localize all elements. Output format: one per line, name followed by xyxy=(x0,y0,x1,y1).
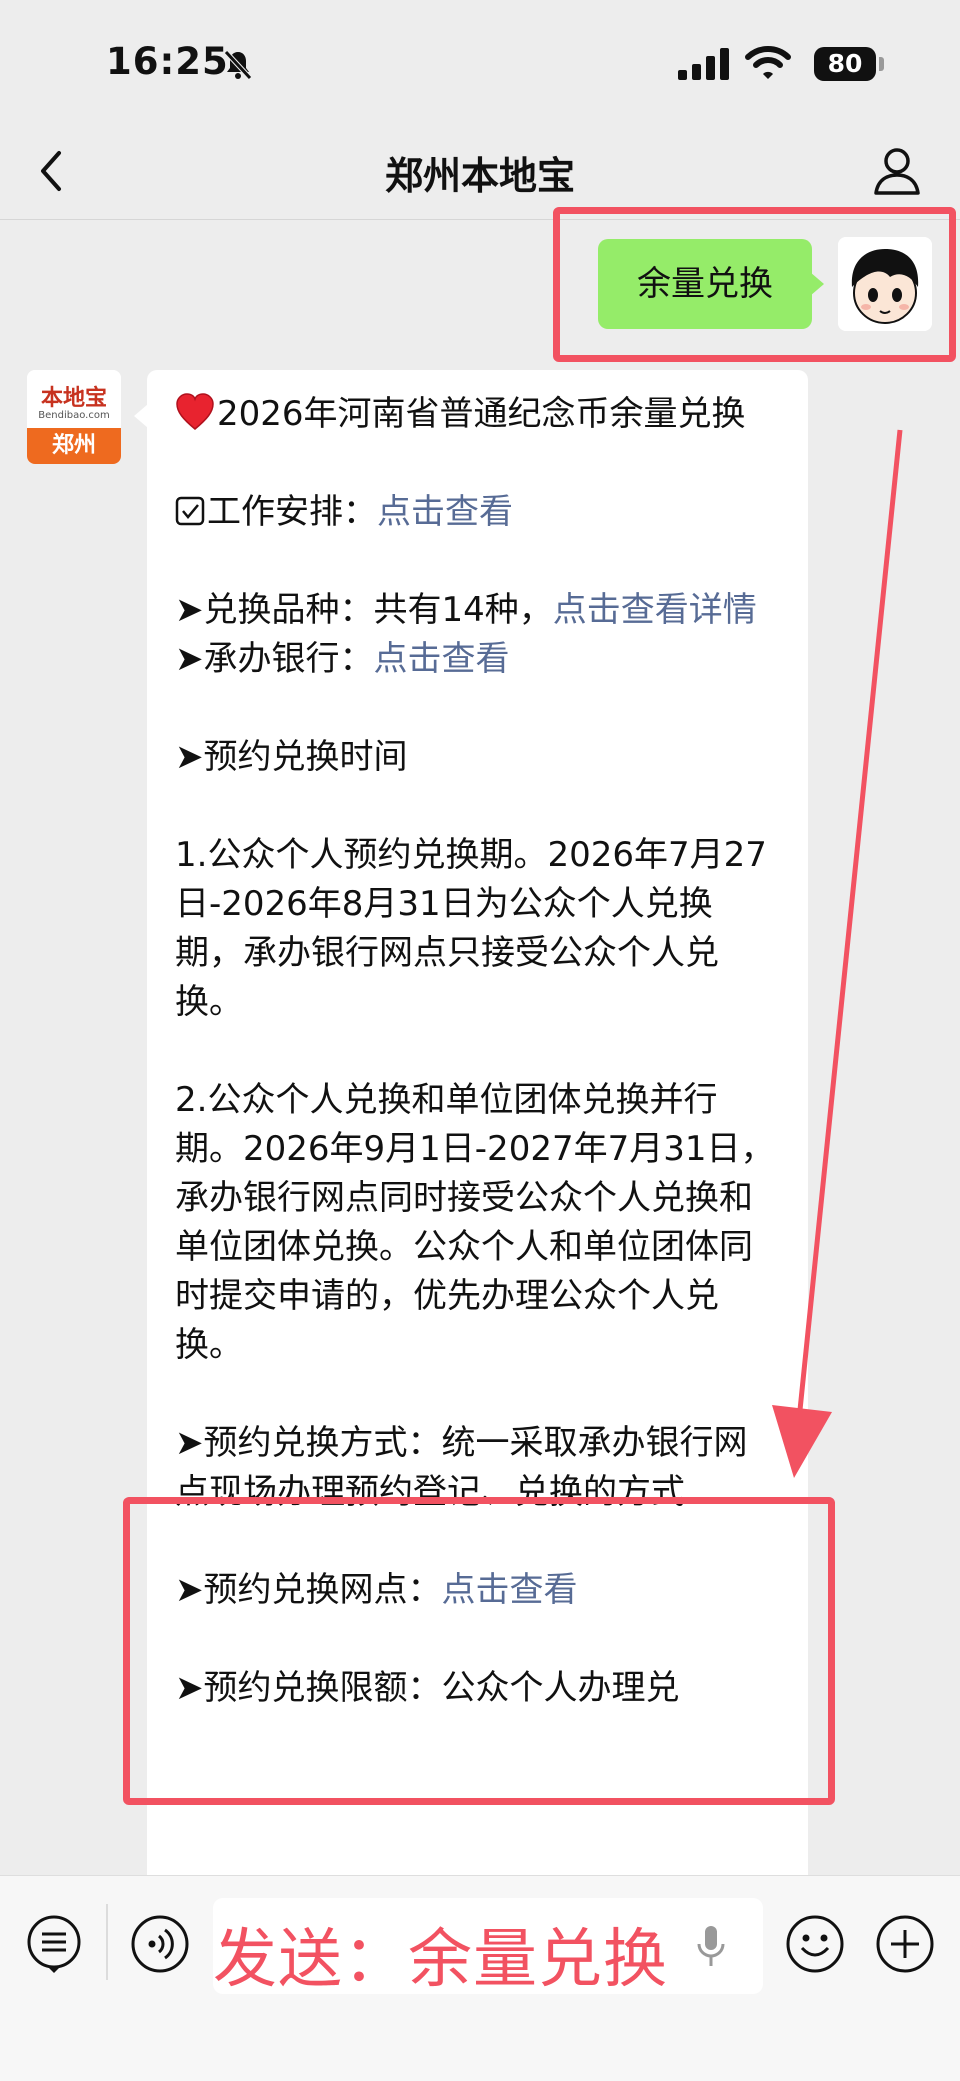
voice-icon[interactable] xyxy=(130,1914,190,1974)
input-overlay-text: 发送：余量兑换 xyxy=(213,1923,668,1997)
input-separator xyxy=(106,1904,108,1980)
official-account-avatar[interactable]: 本地宝 Bendibao.com 郑州 xyxy=(27,370,121,464)
highlight-box-sent xyxy=(553,207,956,362)
highlight-box-method xyxy=(123,1497,835,1805)
period-one-paragraph: 1.公众个人预约兑换期。2026年7月27日-2026年8月31日为公众个人兑换… xyxy=(175,835,767,1022)
bank-line: ➤承办银行：点击查看 xyxy=(175,635,780,684)
received-bubble-tail xyxy=(134,404,148,428)
time-heading: ➤预约兑换时间 xyxy=(175,737,408,777)
work-line: 工作安排：点击查看 xyxy=(175,488,780,537)
input-bar: 发送：余量兑换 xyxy=(0,1875,960,2081)
avatar-site: Bendibao.com xyxy=(38,410,110,421)
chat-title: 郑州本地宝 xyxy=(384,154,575,198)
battery-tip xyxy=(879,57,884,71)
battery-indicator: 80 xyxy=(814,47,876,81)
message-title-line: 2026年河南省普通纪念币余量兑换 xyxy=(175,390,780,439)
mic-icon[interactable] xyxy=(696,1924,726,1970)
message-input[interactable]: 发送：余量兑换 xyxy=(213,1898,763,1997)
bank-link[interactable]: 点击查看 xyxy=(374,639,510,679)
nav-bar: 郑州本地宝 xyxy=(0,125,960,220)
variety-line: ➤兑换品种：共有14种，点击查看详情 xyxy=(175,586,780,635)
profile-icon[interactable] xyxy=(870,143,924,197)
emoji-icon[interactable] xyxy=(785,1914,845,1974)
variety-label: ➤兑换品种：共有14种， xyxy=(175,590,553,630)
signal-icon xyxy=(678,48,729,80)
variety-link[interactable]: 点击查看详情 xyxy=(553,590,757,630)
heart-icon xyxy=(176,393,214,430)
bank-label: ➤承办银行： xyxy=(175,639,374,679)
status-bar: 16:25 80 xyxy=(0,0,960,125)
wifi-icon xyxy=(745,46,791,79)
menu-icon[interactable] xyxy=(26,1914,82,1974)
work-label: 工作安排： xyxy=(207,492,377,532)
work-link[interactable]: 点击查看 xyxy=(377,492,513,532)
checkbox-icon xyxy=(175,496,205,526)
message-title: 2026年河南省普通纪念币余量兑换 xyxy=(217,394,746,434)
plus-icon[interactable] xyxy=(875,1914,935,1974)
period-two-paragraph: 2.公众个人兑换和单位团体兑换并行期。2026年9月1日-2027年7月31日，… xyxy=(175,1080,775,1365)
status-time: 16:25 xyxy=(106,40,229,83)
bell-muted-icon xyxy=(224,50,252,80)
avatar-city: 郑州 xyxy=(27,428,121,464)
annotation-arrow xyxy=(772,429,903,1478)
